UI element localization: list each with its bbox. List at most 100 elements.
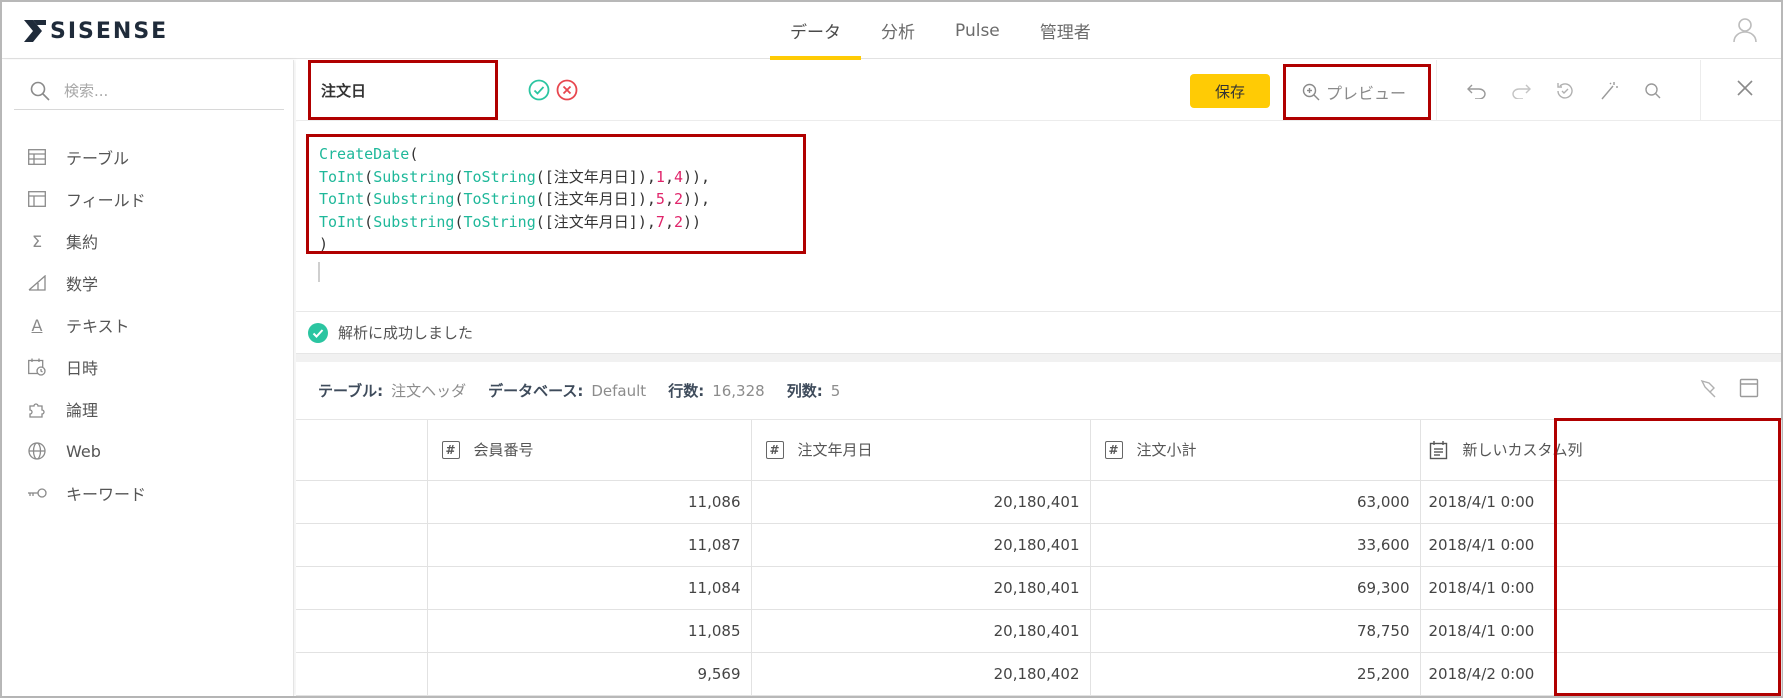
number-type-icon: # — [441, 440, 460, 459]
magic-wand-icon[interactable] — [1596, 78, 1622, 104]
category-list: テーブル フィールド Σ 集約 数学 A テキスト 日時 論理 Web キーワー… — [26, 136, 146, 514]
code-number: 1 — [655, 167, 665, 186]
column-name-field[interactable]: 注文日 — [308, 60, 498, 120]
sidebar-item-field[interactable]: フィールド — [26, 178, 146, 220]
sidebar-item-text[interactable]: A テキスト — [26, 304, 146, 346]
table-cell[interactable]: 9,569 — [427, 652, 752, 696]
close-icon[interactable] — [1735, 78, 1755, 102]
table-cell[interactable]: 63,000 — [1090, 480, 1421, 524]
table-cell[interactable]: 20,180,401 — [751, 523, 1091, 567]
code-function: ToInt — [319, 212, 365, 231]
search-code-icon[interactable] — [1640, 78, 1666, 104]
cols-label: 列数: — [786, 382, 823, 400]
sidebar-item-datetime[interactable]: 日時 — [26, 346, 146, 388]
sidebar-item-label: 数学 — [66, 275, 99, 294]
code-line: ToInt(Substring(ToString([注文年月日]),7,2)) — [319, 211, 803, 234]
table-cell[interactable]: 33,600 — [1090, 523, 1421, 567]
sigma-icon: Σ — [31, 231, 43, 251]
sidebar-item-label: テーブル — [66, 149, 130, 168]
code-function: ToInt — [319, 190, 365, 208]
history-icon[interactable] — [1552, 78, 1578, 104]
row-index-cell[interactable] — [296, 480, 428, 524]
preview-label: プレビュー — [1326, 84, 1407, 103]
tab-pulse[interactable]: Pulse — [935, 2, 1020, 59]
sidebar-item-table[interactable]: テーブル — [26, 136, 146, 178]
sisense-logo-icon — [24, 20, 46, 42]
tab-analytics[interactable]: 分析 — [861, 2, 935, 59]
table-cell[interactable]: 2018/4/1 0:00 — [1420, 609, 1782, 653]
sidebar-item-label: 集約 — [66, 233, 99, 252]
formula-editor[interactable]: CreateDate(ToInt(Substring(ToString([注文年… — [296, 122, 1781, 312]
sidebar-item-label: Web — [66, 441, 101, 461]
tab-admin[interactable]: 管理者 — [1020, 2, 1111, 59]
code-function: Substring — [373, 190, 455, 208]
code-function: ToString — [463, 212, 536, 231]
status-text: 解析に成功しました — [338, 324, 474, 342]
sidebar-item-web[interactable]: Web — [26, 430, 146, 472]
code-text: ( — [364, 190, 374, 208]
cols-value: 5 — [830, 381, 841, 400]
editor-cursor — [318, 262, 320, 282]
table-cell[interactable]: 69,300 — [1090, 566, 1421, 610]
user-avatar-icon[interactable] — [1733, 17, 1757, 47]
table-cell[interactable]: 20,180,401 — [751, 480, 1091, 524]
column-header[interactable]: # 会員番号 — [427, 420, 752, 481]
code-number: 2 — [673, 190, 683, 208]
code-function: ToString — [463, 167, 536, 186]
code-function: ToInt — [319, 167, 365, 186]
table-cell[interactable]: 2018/4/1 0:00 — [1420, 523, 1782, 567]
sidebar-search — [14, 72, 284, 110]
table-cell[interactable]: 20,180,401 — [751, 609, 1091, 653]
column-header[interactable]: # 注文小計 — [1090, 420, 1421, 481]
code-text: ([注文年月日]), — [535, 212, 656, 231]
code-function: Substring — [373, 167, 455, 186]
field-icon — [26, 188, 48, 210]
formula-code[interactable]: CreateDate(ToInt(Substring(ToString([注文年… — [306, 134, 806, 254]
table-cell[interactable]: 20,180,401 — [751, 566, 1091, 610]
row-index-cell[interactable] — [296, 523, 428, 567]
confirm-icon[interactable] — [528, 79, 550, 105]
table-cell[interactable]: 2018/4/1 0:00 — [1420, 480, 1782, 524]
code-function: ToString — [463, 190, 536, 208]
sidebar-item-logic[interactable]: 論理 — [26, 388, 146, 430]
sidebar-item-math[interactable]: 数学 — [26, 262, 146, 304]
table-cell[interactable]: 20,180,402 — [751, 652, 1091, 696]
sisense-logo[interactable]: SISENSE — [24, 18, 168, 44]
code-text: )) — [683, 212, 702, 231]
database-value: Default — [591, 381, 647, 400]
sidebar-item-label: フィールド — [66, 191, 146, 210]
sidebar-item-keyword[interactable]: キーワード — [26, 472, 146, 514]
table-cell[interactable]: 11,085 — [427, 609, 752, 653]
table-cell[interactable]: 2018/4/2 0:00 — [1420, 652, 1782, 696]
table-cell[interactable]: 2018/4/1 0:00 — [1420, 566, 1782, 610]
tab-data[interactable]: データ — [770, 2, 861, 60]
column-header[interactable]: # 注文年月日 — [751, 420, 1091, 481]
cancel-icon[interactable] — [556, 79, 578, 105]
code-text: )), — [683, 167, 711, 186]
panel-icon[interactable] — [1739, 378, 1759, 402]
table-cell[interactable]: 25,200 — [1090, 652, 1421, 696]
column-header-empty — [296, 420, 428, 481]
row-index-cell[interactable] — [296, 609, 428, 653]
sidebar-item-aggregate[interactable]: Σ 集約 — [26, 220, 146, 262]
brush-icon[interactable] — [1699, 378, 1719, 402]
zoom-in-icon — [1302, 83, 1320, 101]
table-cell[interactable]: 11,084 — [427, 566, 752, 610]
search-input[interactable] — [64, 81, 264, 100]
row-index-cell[interactable] — [296, 652, 428, 696]
save-button[interactable]: 保存 — [1190, 74, 1270, 108]
table-cell[interactable]: 78,750 — [1090, 609, 1421, 653]
code-text: ) — [319, 235, 329, 253]
undo-icon[interactable] — [1464, 78, 1490, 104]
datetime-type-icon — [1429, 440, 1447, 459]
redo-icon[interactable] — [1508, 78, 1534, 104]
table-row: 9,569 20,180,402 25,200 2018/4/2 0:00 — [296, 652, 1782, 696]
number-type-icon: # — [1104, 440, 1123, 459]
preview-button[interactable]: プレビュー — [1283, 64, 1431, 120]
code-number: 7 — [655, 212, 665, 231]
row-index-cell[interactable] — [296, 566, 428, 610]
table-cell[interactable]: 11,086 — [427, 480, 752, 524]
column-header-custom[interactable]: 新しいカスタム列 — [1420, 420, 1782, 481]
table-cell[interactable]: 11,087 — [427, 523, 752, 567]
search-icon — [30, 81, 50, 101]
